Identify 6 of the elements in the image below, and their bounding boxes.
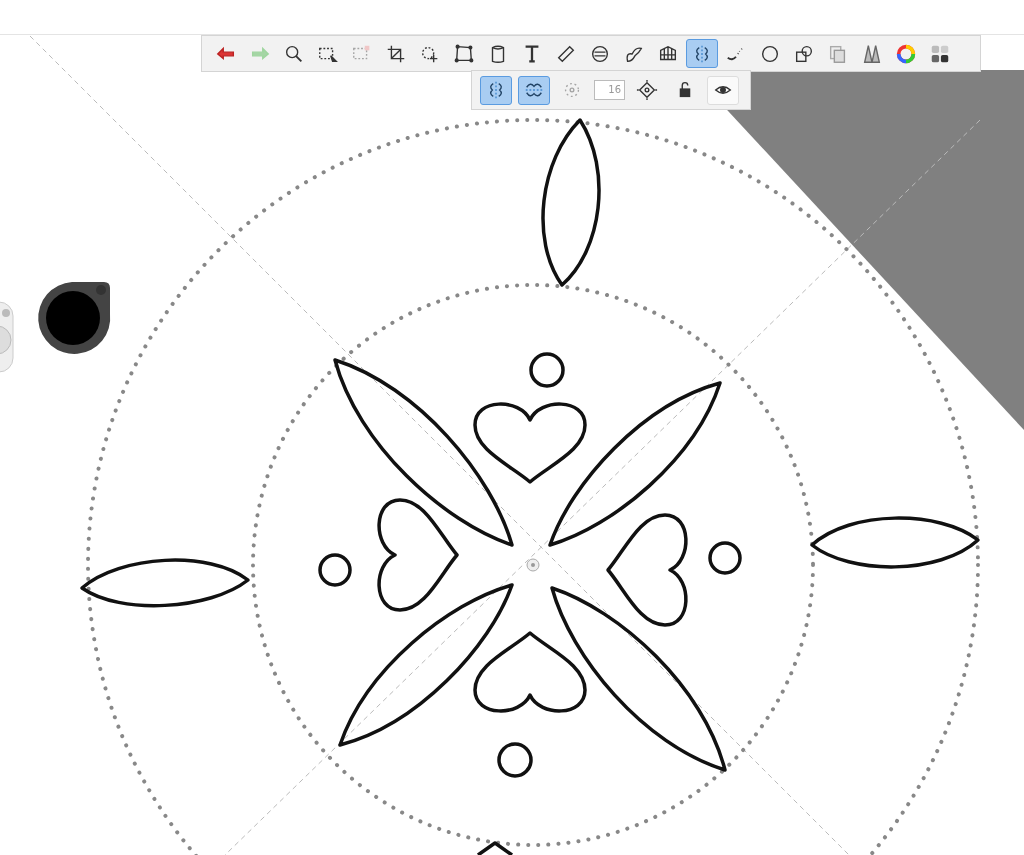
tool-button[interactable] [518, 75, 550, 105]
center-icon [636, 79, 658, 101]
brush-puck-icon[interactable] [38, 282, 111, 354]
distort-icon [453, 42, 475, 65]
tool-button[interactable] [480, 75, 512, 105]
color-icon [895, 42, 917, 65]
